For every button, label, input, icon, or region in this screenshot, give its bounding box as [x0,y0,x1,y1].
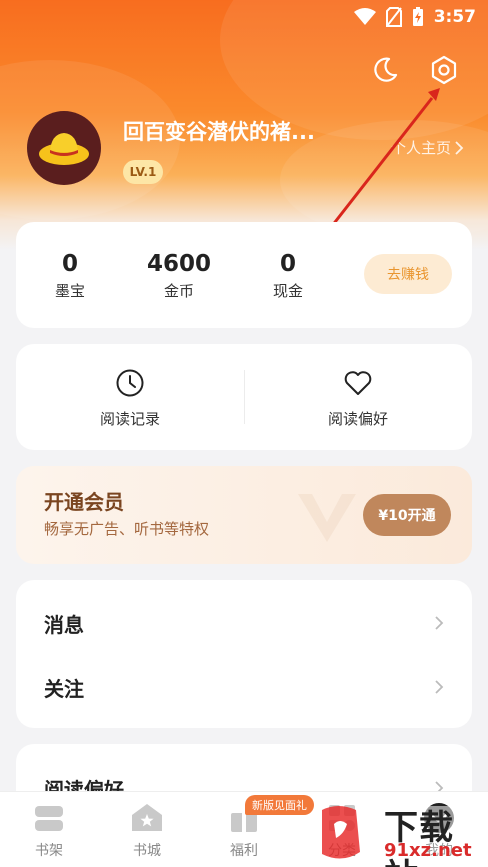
vip-card[interactable]: 开通会员 畅享无广告、听书等特权 ¥10开通 [16,466,472,564]
bookstore-icon [132,804,162,831]
profile-home-label: 个人主页 [390,139,451,157]
reading-history-button[interactable]: 阅读记录 [70,368,190,429]
vip-title: 开通会员 [44,490,124,514]
bookshelf-icon [35,806,63,831]
night-mode-button[interactable] [369,54,401,86]
avatar[interactable] [27,111,101,185]
stat-label: 墨宝 [54,282,85,300]
username[interactable]: 回百变谷潜伏的褚... [123,116,315,146]
battery-charging-icon [412,7,423,26]
stat-cash[interactable]: 0 现金 [248,250,328,301]
nav-label: 福利 [230,843,258,859]
level-badge: LV.1 [123,160,163,184]
menu-card: 消息 关注 [16,580,472,728]
menu-item-label: 消息 [44,612,84,637]
earn-money-button[interactable]: 去赚钱 [364,254,452,294]
stat-mobao[interactable]: 0 墨宝 [30,250,110,301]
no-sim-icon [385,7,402,27]
wifi-icon [353,8,376,25]
divider [244,370,245,424]
quick-action-label: 阅读偏好 [327,410,388,428]
vip-watermark-icon [298,494,356,542]
chevron-right-icon [435,680,444,694]
heart-icon [344,371,372,395]
menu-item-messages[interactable]: 消息 [16,591,472,655]
menu-item-follow[interactable]: 关注 [16,655,472,719]
stats-card: 0 墨宝 4600 金币 0 现金 去赚钱 [16,222,472,328]
status-time: 3:57 [433,7,476,27]
stat-coins[interactable]: 4600 金币 [139,250,219,301]
moon-icon [374,57,398,82]
clock-icon [116,369,144,397]
nav-bookstore[interactable]: 书城 [112,802,182,860]
stat-label: 金币 [163,282,194,300]
stat-value: 4600 [146,251,211,277]
quick-actions-card: 阅读记录 阅读偏好 [16,344,472,450]
profile-home-link[interactable]: 个人主页 [391,137,464,158]
stat-label: 现金 [272,282,303,300]
chevron-right-icon [455,140,464,155]
vip-subtitle: 畅享无广告、听书等特权 [44,520,210,538]
nav-bookshelf[interactable]: 书架 [14,802,84,860]
chevron-right-icon [435,616,444,630]
watermark-url: 91xz.net [384,840,472,861]
vip-subscribe-button[interactable]: ¥10开通 [363,494,451,536]
reading-preference-button[interactable]: 阅读偏好 [298,368,418,429]
quick-action-label: 阅读记录 [99,410,160,428]
nav-label: 书城 [133,843,161,859]
new-version-gift-badge: 新版见面礼 [245,795,314,815]
menu-item-label: 关注 [44,676,84,701]
straw-hat-icon [39,133,89,165]
settings-button[interactable] [428,54,460,86]
nav-label: 书架 [35,843,63,859]
stat-value: 0 [279,251,296,277]
settings-icon [431,55,457,85]
status-bar: 3:57 [0,0,488,34]
stat-value: 0 [61,251,78,277]
